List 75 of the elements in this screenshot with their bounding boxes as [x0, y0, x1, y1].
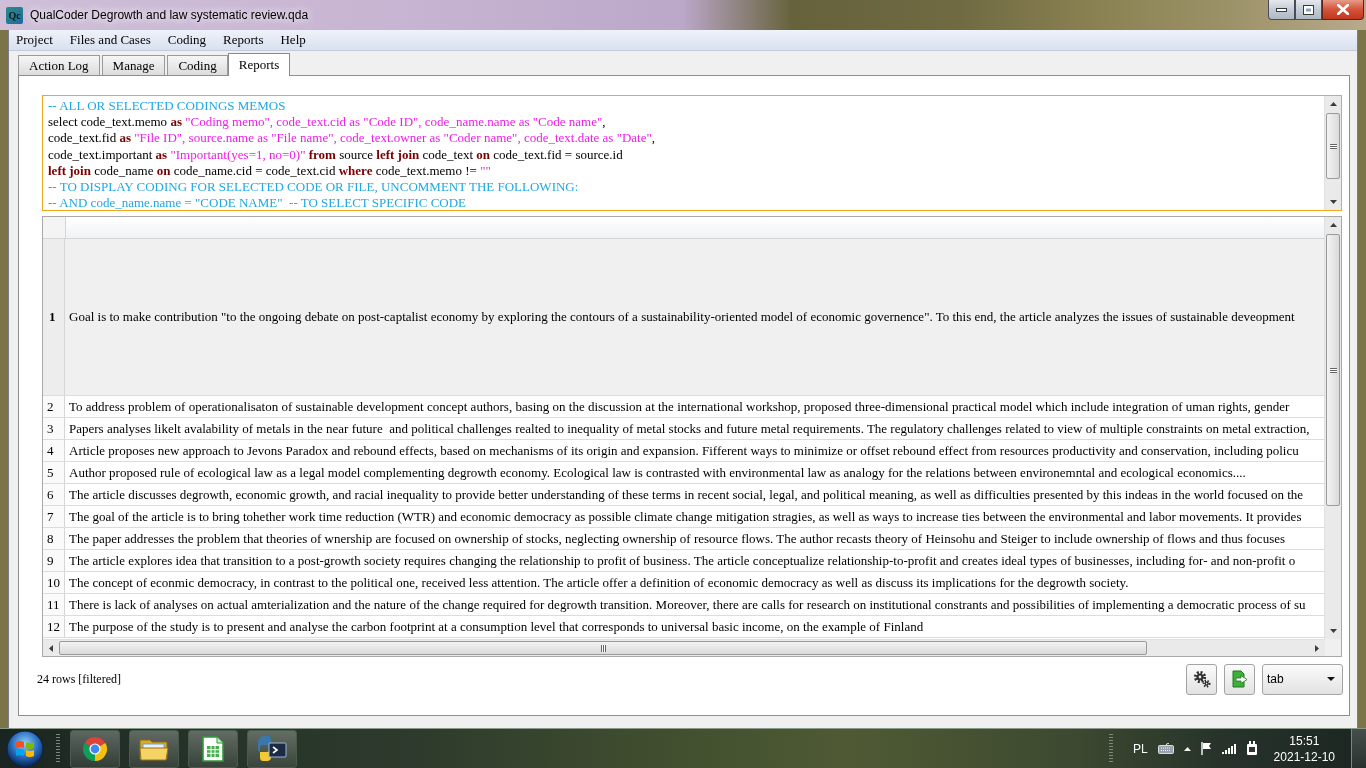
maximize-button[interactable] [1295, 0, 1322, 20]
horizontal-scrollbar[interactable] [43, 639, 1325, 656]
row-number[interactable]: 3 [43, 418, 65, 439]
settings-button[interactable] [1186, 663, 1217, 695]
row-number[interactable]: 4 [43, 440, 65, 461]
start-orb-icon [6, 729, 44, 768]
table-cell: Goal is to make contribution "to the ongoing debate on post-captalist economy by exploring the contours of a sustainability-oriented model of economic governence". To this end, the article analyzes the issues of sustainable deveopment [65, 239, 1324, 395]
code-line: left join code_name on code_name.cid = code_text.cid where code_text.memo != "" [48, 162, 492, 179]
menu-item[interactable]: Coding [166, 30, 214, 50]
signal-bars-icon[interactable] [1221, 743, 1236, 754]
code-line: -- AND code_name.name = "CODE NAME" -- TO SELECT SPECIFIC CODE [48, 195, 468, 212]
close-button[interactable] [1322, 0, 1364, 20]
scroll-down-icon[interactable] [1329, 200, 1337, 204]
export-button[interactable] [1224, 663, 1255, 695]
gears-icon [1192, 670, 1211, 688]
tab[interactable]: Reports [227, 53, 291, 76]
close-icon [1337, 4, 1349, 15]
taskbar-button[interactable] [129, 729, 179, 768]
row-number[interactable]: 11 [43, 594, 65, 615]
clock-time[interactable]: 15:51 [1289, 732, 1320, 749]
scroll-left-icon[interactable] [49, 644, 53, 652]
vertical-scrollbar[interactable] [1324, 217, 1341, 639]
scroll-up-icon[interactable] [1329, 102, 1337, 106]
code-line: code_text.fid as "File ID", source.name as "File name", code_text.owner as "Coder name", code_text.date as "Date", [48, 130, 657, 147]
app-logo: Qc [6, 6, 23, 24]
row-number[interactable]: 12 [43, 616, 65, 637]
code-line: -- ALL OR SELECTED CODINGS MEMOS [48, 98, 287, 115]
code-line: -- TO DISPLAY CODING FOR SELECTED CODE OR FILE, UNCOMMENT THE FOLLOWING: [48, 179, 580, 196]
power-plug-icon[interactable] [1245, 741, 1258, 756]
taskbar-button[interactable] [70, 729, 120, 768]
tab[interactable]: Action Log [18, 55, 100, 75]
caret-down-icon [1327, 677, 1335, 681]
language-indicator[interactable]: PL [1132, 741, 1148, 756]
row-number[interactable]: 6 [43, 484, 65, 505]
browser-icon [82, 735, 108, 762]
tab[interactable]: Manage [101, 55, 166, 75]
row-number[interactable]: 1 [43, 239, 65, 395]
clock-date[interactable]: 2021-12-10 [1273, 748, 1335, 765]
menu-item[interactable]: Files and Cases [68, 30, 159, 50]
tab[interactable]: Coding [167, 55, 228, 75]
menu-item[interactable]: Help [279, 30, 314, 50]
row-number[interactable]: 5 [43, 462, 65, 483]
scrollbar-thumb[interactable] [1326, 234, 1340, 506]
minimize-button[interactable] [1268, 0, 1295, 20]
code-line: code_text.important as "Important(yes=1, no=0)" from source left join code_text on code_text.fid = source.id [48, 146, 624, 163]
format-dropdown[interactable]: tab [1262, 663, 1343, 695]
minimize-icon [1276, 7, 1287, 12]
terminal-icon [257, 734, 287, 763]
scrollbar-corner [1325, 639, 1341, 656]
row-number[interactable]: 9 [43, 550, 65, 571]
vertical-scrollbar[interactable] [1324, 96, 1341, 210]
row-number[interactable]: 10 [43, 572, 65, 593]
menu-item[interactable]: Project [15, 30, 61, 50]
scroll-down-icon[interactable] [1329, 629, 1337, 633]
keyboard-icon[interactable] [1157, 743, 1174, 754]
window-title: QualCoder Degrowth and law systematic review.qda [30, 8, 309, 22]
scroll-up-icon[interactable] [1329, 223, 1337, 227]
caret-up-icon[interactable] [1183, 746, 1191, 751]
scrollbar-thumb[interactable] [1326, 113, 1340, 179]
export-icon [1231, 670, 1248, 688]
scroll-right-icon[interactable] [1315, 644, 1319, 652]
taskbar-button[interactable] [247, 729, 297, 768]
menu-item[interactable]: Reports [222, 30, 272, 50]
code-line: select code_text.memo as "Coding memo", code_text.cid as "Code ID", code_name.name as "Code name", [48, 114, 607, 131]
spreadsheet-icon [202, 735, 224, 762]
folder-icon [139, 736, 169, 761]
row-count: 24 rows [filtered] [37, 671, 121, 687]
show-desktop-button[interactable] [1351, 728, 1366, 768]
row-number[interactable]: 2 [43, 396, 65, 417]
row-number[interactable]: 7 [43, 506, 65, 527]
taskbar-button[interactable] [188, 729, 238, 768]
flag-icon[interactable] [1200, 742, 1212, 755]
scrollbar-thumb[interactable] [59, 641, 1147, 655]
maximize-icon [1303, 4, 1314, 15]
row-number[interactable]: 8 [43, 528, 65, 549]
